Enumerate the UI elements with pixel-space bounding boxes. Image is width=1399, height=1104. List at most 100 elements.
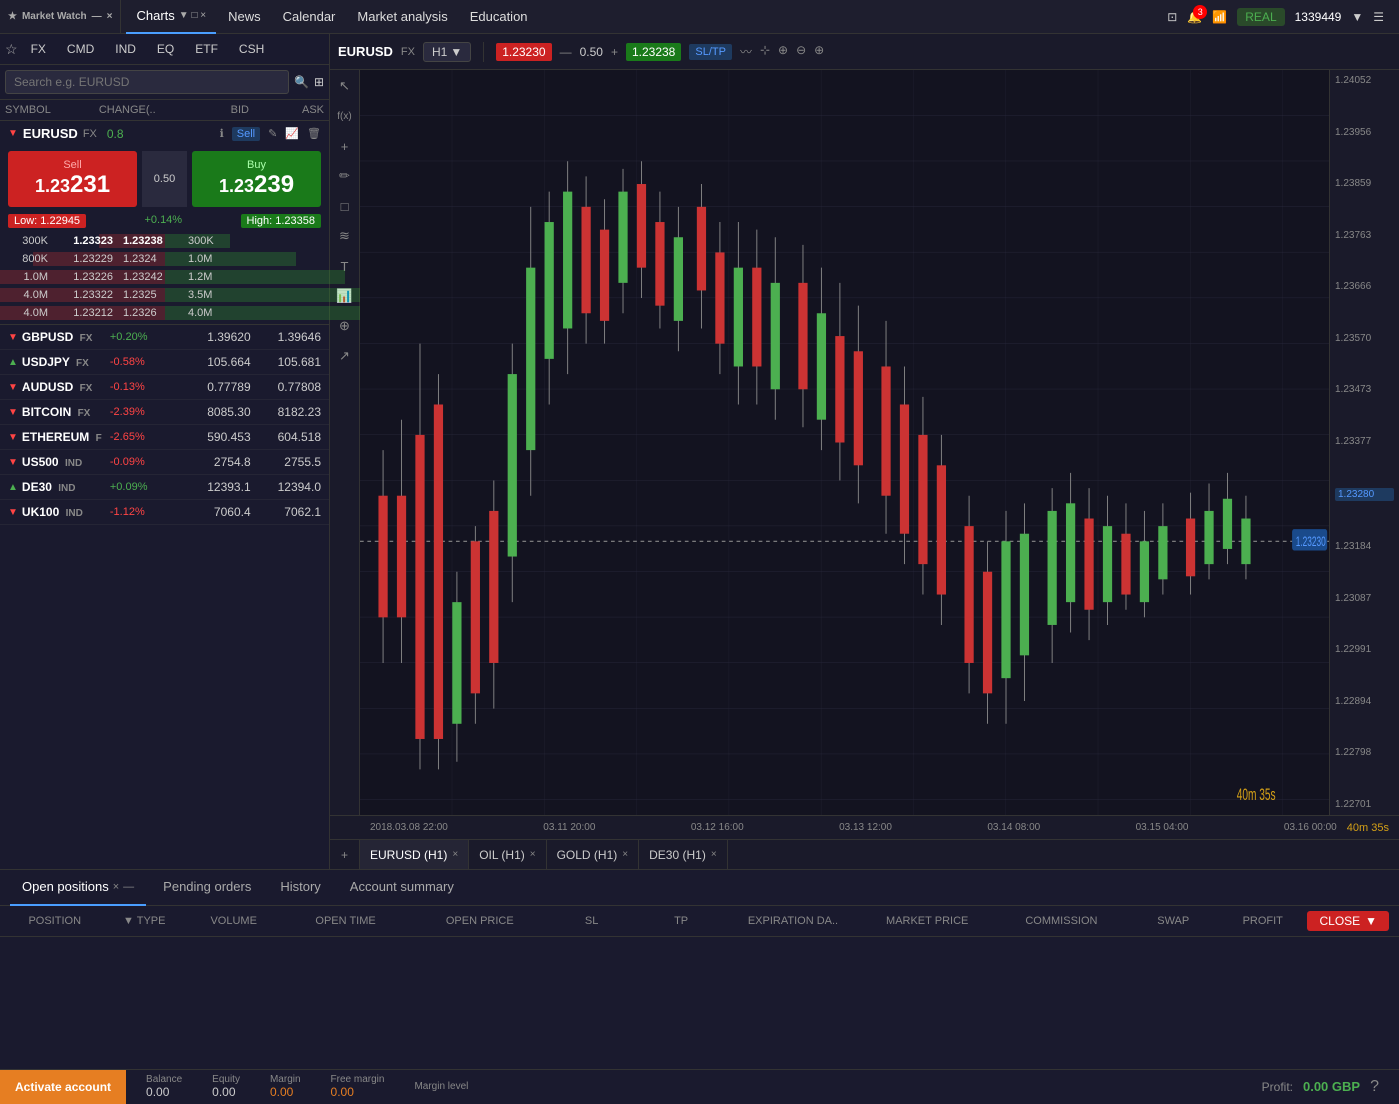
market-watch-title: ★ Market Watch — × xyxy=(0,11,120,22)
star-filter-icon[interactable]: ☆ xyxy=(5,41,18,58)
delete-icon[interactable]: 🗑 xyxy=(307,127,321,141)
hamburger-icon[interactable]: ☰ xyxy=(1373,10,1384,24)
crosshair-icon[interactable]: ⊹ xyxy=(760,43,770,60)
close-positions-button[interactable]: CLOSE ▼ xyxy=(1307,911,1389,931)
chart-tab-eurusd[interactable]: EURUSD (H1) × xyxy=(360,840,469,869)
chart-tab-gold[interactable]: GOLD (H1) × xyxy=(547,840,640,869)
close-icon[interactable]: × xyxy=(107,11,113,22)
activate-account-button[interactable]: Activate account xyxy=(0,1070,126,1104)
chart-sltp-button[interactable]: SL/TP xyxy=(689,44,732,60)
tab-cmd[interactable]: CMD xyxy=(59,39,102,59)
chart-tab-de30[interactable]: DE30 (H1) × xyxy=(639,840,728,869)
fx-tool[interactable]: f(x) xyxy=(334,105,356,127)
minimize-icon[interactable]: — xyxy=(92,11,102,22)
share-tool[interactable]: ↗ xyxy=(334,345,356,367)
sl-tp-badge[interactable]: Sell xyxy=(232,127,260,141)
buy-button[interactable]: Buy 1.23239 xyxy=(192,151,321,207)
status-items: Balance 0.00 Equity 0.00 Margin 0.00 Fre… xyxy=(126,1074,488,1099)
crosshair-tool[interactable]: + xyxy=(334,135,356,157)
pen-tool[interactable]: ✏ xyxy=(334,165,356,187)
zoom-out-icon[interactable]: ⊖ xyxy=(796,43,806,60)
tab-etf[interactable]: ETF xyxy=(187,39,226,59)
close-eurusd-tab[interactable]: × xyxy=(452,849,458,860)
tab-market-analysis[interactable]: Market analysis xyxy=(347,0,457,34)
tab-eq[interactable]: EQ xyxy=(149,39,182,59)
tab-open-positions[interactable]: Open positions × — xyxy=(10,870,146,906)
price-axis: 1.24052 1.23956 1.23859 1.23763 1.23666 … xyxy=(1329,70,1399,815)
wave-icon[interactable]: 〰 xyxy=(740,43,752,60)
open-positions-close-icon[interactable]: × xyxy=(113,881,119,893)
chart-main[interactable]: 1.23230 40m 35s xyxy=(360,70,1329,815)
instr-audusd[interactable]: ▼ AUDUSD FX -0.13% 0.77789 0.77808 xyxy=(0,375,329,400)
tab-fx[interactable]: FX xyxy=(23,39,54,59)
instr-ethereum[interactable]: ▼ ETHEREUM F -2.65% 590.453 604.518 xyxy=(0,425,329,450)
chart-area-wrapper: ↖ f(x) + ✏ □ ≋ T 📊 ⊕ ↗ xyxy=(330,70,1399,815)
sell-button[interactable]: Sell 1.23231 xyxy=(8,151,137,207)
sell-price: 1.23231 xyxy=(13,171,132,199)
zoom-in-icon[interactable]: ⊕ xyxy=(778,43,788,60)
grid-view-icon[interactable]: ⊞ xyxy=(314,75,324,89)
status-right: Profit: 0.00 GBP ? xyxy=(1262,1078,1399,1096)
col-ask-header: ASK xyxy=(249,104,324,116)
instr-us500[interactable]: ▼ US500 IND -0.09% 2754.8 2755.5 xyxy=(0,450,329,475)
margin-level-item: Margin level xyxy=(414,1081,468,1092)
tab-pending-orders[interactable]: Pending orders xyxy=(151,870,263,906)
help-icon[interactable]: ? xyxy=(1370,1078,1379,1096)
tab-charts[interactable]: Charts ▼ □ × xyxy=(126,0,216,34)
close-oil-tab[interactable]: × xyxy=(530,849,536,860)
search-input[interactable] xyxy=(5,70,289,94)
time-axis: 2018.03.08 22:00 03.11 20:00 03.12 16:00… xyxy=(330,815,1399,839)
eurusd-info-icons: ℹ Sell ✎ 📈 🗑 xyxy=(220,127,321,141)
instr-gbpusd[interactable]: ▼ GBPUSD FX +0.20% 1.39620 1.39646 xyxy=(0,325,329,350)
free-margin-item: Free margin 0.00 xyxy=(331,1074,385,1099)
tab-csh[interactable]: CSH xyxy=(231,39,272,59)
account-dropdown-icon[interactable]: ▼ xyxy=(1351,10,1363,24)
search-icon[interactable]: 🔍 xyxy=(294,75,309,89)
svg-text:1.23230: 1.23230 xyxy=(1296,535,1326,550)
gbpusd-dir-icon: ▼ xyxy=(8,332,18,343)
eurusd-name[interactable]: EURUSD xyxy=(23,126,78,141)
instr-usdjpy[interactable]: ▲ USDJPY FX -0.58% 105.664 105.681 xyxy=(0,350,329,375)
buy-price: 1.23239 xyxy=(197,171,316,199)
cursor-tool[interactable]: ↖ xyxy=(334,75,356,97)
close-gold-tab[interactable]: × xyxy=(622,849,628,860)
usdjpy-dir-icon: ▲ xyxy=(8,357,18,368)
close-de30-tab[interactable]: × xyxy=(711,849,717,860)
instr-bitcoin[interactable]: ▼ BITCOIN FX -2.39% 8085.30 8182.23 xyxy=(0,400,329,425)
svg-text:40m 35s: 40m 35s xyxy=(1237,784,1276,803)
balance-item: Balance 0.00 xyxy=(146,1074,182,1099)
de30-dir-icon: ▲ xyxy=(8,482,18,493)
low-badge: Low: 1.22945 xyxy=(8,214,86,228)
account-number: 1339449 xyxy=(1295,10,1342,24)
tab-calendar[interactable]: Calendar xyxy=(273,0,346,34)
chart-small-icon[interactable]: 📈 xyxy=(285,127,299,141)
instr-de30[interactable]: ▲ DE30 IND +0.09% 12393.1 12394.0 xyxy=(0,475,329,500)
low-high-row: Low: 1.22945 +0.14% High: 1.23358 xyxy=(0,212,329,230)
daily-change: +0.14% xyxy=(144,214,182,228)
chart-tool-icons: 〰 ⊹ ⊕ ⊖ ⊕ xyxy=(740,43,824,60)
rectangle-tool[interactable]: □ xyxy=(334,195,356,217)
audusd-dir-icon: ▼ xyxy=(8,382,18,393)
open-positions-minimize-icon[interactable]: — xyxy=(123,881,134,893)
account-type-badge: REAL xyxy=(1237,8,1284,26)
tab-history[interactable]: History xyxy=(268,870,332,906)
tab-account-summary[interactable]: Account summary xyxy=(338,870,466,906)
chart-tab-oil[interactable]: OIL (H1) × xyxy=(469,840,546,869)
notification-bell[interactable]: 🔔 3 xyxy=(1187,10,1202,24)
charts-tab-icons: ▼ □ × xyxy=(179,10,206,21)
edit-icon[interactable]: ✎ xyxy=(268,127,277,141)
tab-news[interactable]: News xyxy=(218,0,271,34)
tab-ind[interactable]: IND xyxy=(107,39,144,59)
close-dropdown-icon[interactable]: ▼ xyxy=(1365,914,1377,928)
uk100-dir-icon: ▼ xyxy=(8,507,18,518)
add-chart-tab-button[interactable]: + xyxy=(330,840,360,869)
tab-education[interactable]: Education xyxy=(460,0,538,34)
ob-row-1: 300K 1.23323 1.23238 300K xyxy=(0,232,329,250)
brush-tool[interactable]: ≋ xyxy=(334,225,356,247)
star-icon[interactable]: ★ xyxy=(8,11,17,22)
crosshair-2-icon[interactable]: ⊕ xyxy=(814,43,824,60)
instr-uk100[interactable]: ▼ UK100 IND -1.12% 7060.4 7062.1 xyxy=(0,500,329,525)
bottom-panel: Open positions × — Pending orders Histor… xyxy=(0,869,1399,1069)
info-icon[interactable]: ℹ xyxy=(220,127,224,141)
timeframe-selector[interactable]: H1 ▼ xyxy=(423,42,471,62)
